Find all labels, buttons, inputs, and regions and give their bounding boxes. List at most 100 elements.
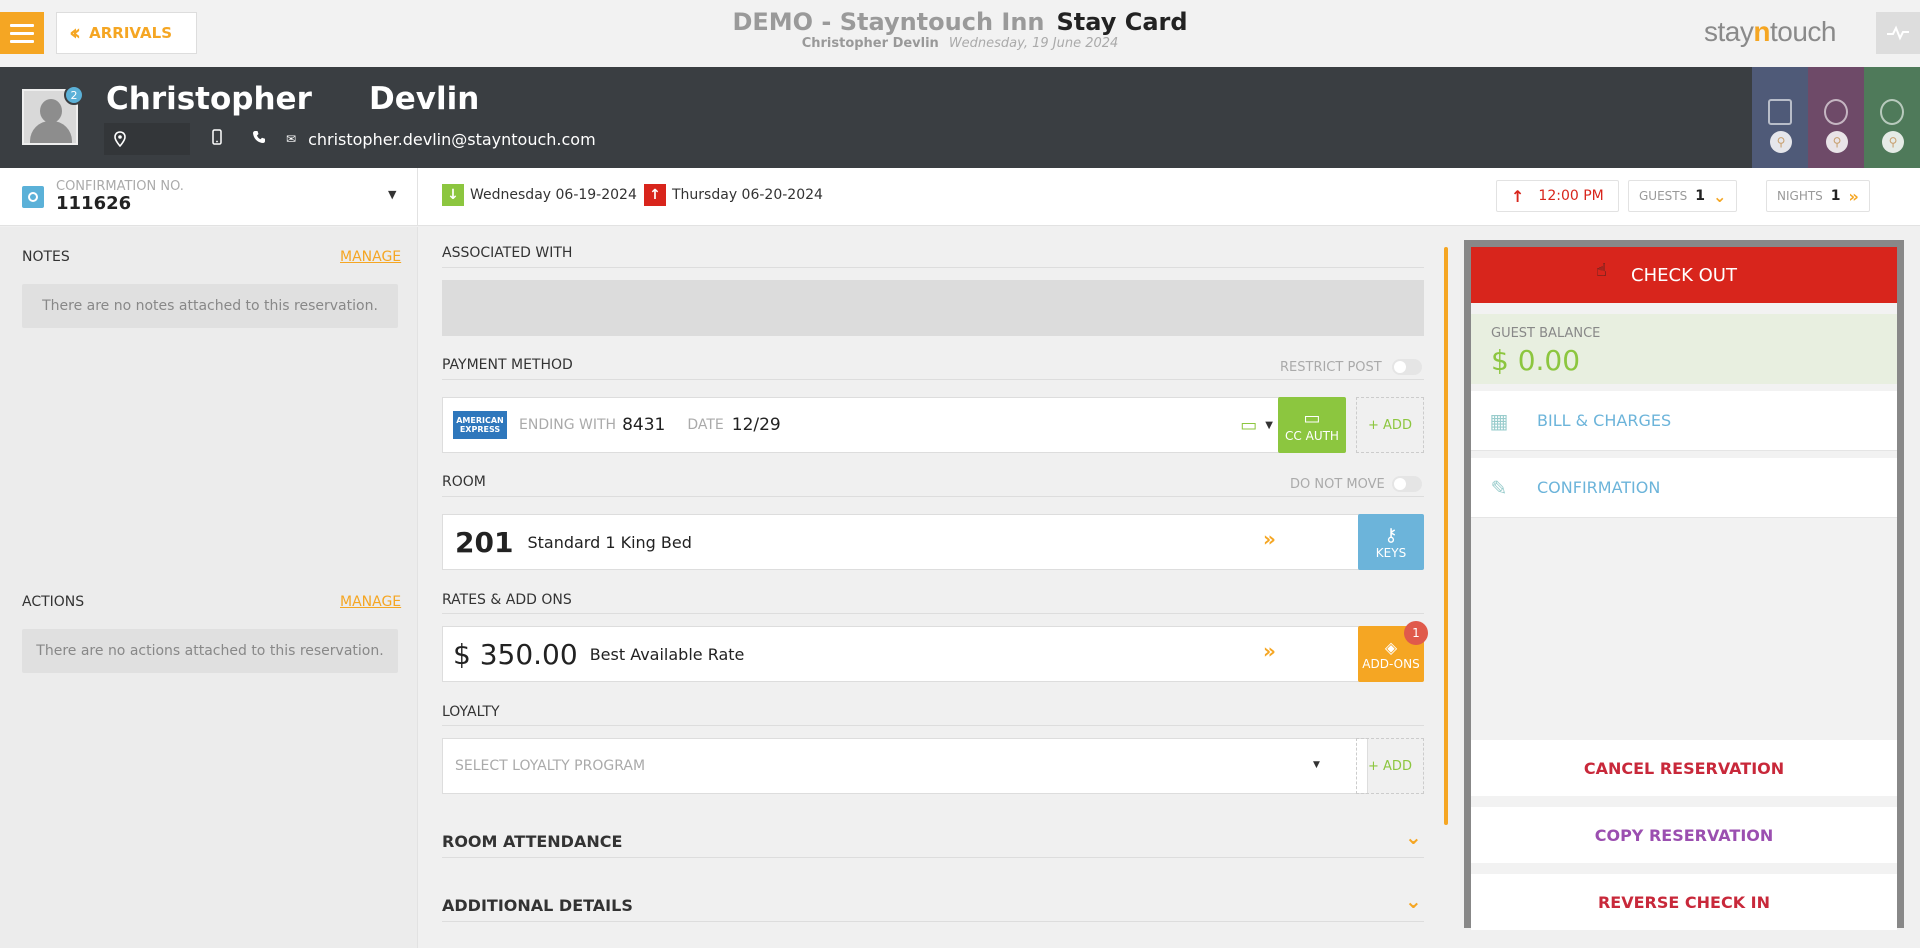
tile-building[interactable]: ⚲ bbox=[1752, 67, 1808, 168]
credit-card-icon: ▭ bbox=[1303, 407, 1321, 429]
caret-down-icon: ▼ bbox=[388, 188, 397, 201]
departure-time-text: 12:00 PM bbox=[1538, 188, 1604, 204]
feature-tiles: ⚲ ⚲ ⚲ bbox=[1752, 67, 1920, 168]
guest-balance: GUEST BALANCE $ 0.00 bbox=[1471, 314, 1897, 384]
left-column: NOTES MANAGE There are no notes attached… bbox=[0, 227, 418, 948]
confirmation-link-label: CONFIRMATION bbox=[1537, 478, 1661, 497]
tile-globe[interactable]: ⚲ bbox=[1808, 67, 1864, 168]
search-icon: ⚲ bbox=[1826, 131, 1848, 153]
scroll-indicator[interactable] bbox=[1444, 247, 1448, 825]
arrival-date-text: Wednesday 06-19-2024 bbox=[470, 187, 637, 203]
cc-auth-label: CC AUTH bbox=[1285, 428, 1339, 443]
departure-date[interactable]: ↑ Thursday 06-20-2024 bbox=[644, 184, 823, 206]
nights-value: 1 bbox=[1830, 188, 1841, 204]
room-field[interactable]: 201 Standard 1 King Bed » bbox=[442, 514, 1368, 570]
location-pin-icon bbox=[114, 131, 126, 147]
activity-pulse-button[interactable] bbox=[1876, 12, 1920, 54]
chevron-down-icon[interactable]: ⌄ bbox=[1405, 825, 1422, 849]
phone-icon[interactable] bbox=[244, 130, 274, 148]
globe-icon bbox=[1824, 99, 1848, 125]
guest-email[interactable]: christopher.devlin@stayntouch.com bbox=[308, 130, 596, 149]
bill-and-charges-label: BILL & CHARGES bbox=[1537, 411, 1672, 430]
reverse-check-in-button[interactable]: REVERSE CHECK IN bbox=[1471, 874, 1897, 930]
confirmation-link[interactable]: ✎ CONFIRMATION bbox=[1471, 458, 1897, 518]
confirmation-label: CONFIRMATION NO. bbox=[56, 179, 184, 194]
mobile-phone-icon[interactable] bbox=[202, 129, 232, 149]
arrival-date[interactable]: ↓ Wednesday 06-19-2024 bbox=[442, 184, 637, 206]
manage-actions-link[interactable]: MANAGE bbox=[340, 594, 401, 610]
pulse-icon bbox=[1887, 25, 1909, 41]
do-not-move-toggle[interactable] bbox=[1392, 476, 1422, 492]
add-ons-count-badge: 1 bbox=[1404, 621, 1428, 645]
layers-icon: ◈ bbox=[1384, 637, 1398, 657]
nights-selector[interactable]: NIGHTS 1 » bbox=[1766, 180, 1870, 212]
email-icon: ✉ bbox=[286, 132, 297, 146]
confirmation-selector[interactable]: CONFIRMATION NO. 111626 ▼ bbox=[0, 168, 418, 225]
additional-details-section[interactable]: ADDITIONAL DETAILS bbox=[442, 896, 633, 915]
guest-header: 2 Christopher Devlin ✉ christopher.devli… bbox=[0, 67, 1920, 168]
room-attendance-section[interactable]: ROOM ATTENDANCE bbox=[442, 832, 622, 851]
confirmation-number: 111626 bbox=[56, 193, 132, 214]
copy-reservation-button[interactable]: COPY RESERVATION bbox=[1471, 807, 1897, 863]
payment-method-label: PAYMENT METHOD bbox=[442, 357, 573, 373]
caret-down-icon: ▼ bbox=[1313, 760, 1320, 770]
reservation-details: ASSOCIATED WITH PAYMENT METHOD RESTRICT … bbox=[420, 227, 1432, 948]
arrow-up-icon: ↑ bbox=[1511, 186, 1525, 206]
departure-time[interactable]: ↑ 12:00 PM bbox=[1496, 180, 1619, 212]
search-icon: ⚲ bbox=[1882, 131, 1904, 153]
chevron-right-icon[interactable]: » bbox=[1263, 527, 1276, 551]
room-type: Standard 1 King Bed bbox=[527, 532, 692, 552]
top-bar: ‹‹ ARRIVALS DEMO - Stayntouch Inn Stay Ca… bbox=[0, 0, 1920, 67]
guest-balance-label: GUEST BALANCE bbox=[1491, 326, 1601, 341]
ending-label: ENDING WITH bbox=[519, 417, 617, 433]
add-payment-button[interactable]: + ADD bbox=[1356, 397, 1424, 453]
double-chevron-left-icon: ‹‹ bbox=[69, 20, 81, 46]
keys-button[interactable]: ⚷ KEYS bbox=[1358, 514, 1424, 570]
chevron-right-icon: » bbox=[1848, 186, 1859, 206]
hamburger-menu-button[interactable] bbox=[0, 12, 44, 54]
manage-notes-link[interactable]: MANAGE bbox=[340, 249, 401, 265]
guest-first-name[interactable]: Christopher bbox=[106, 81, 312, 117]
rate-name: Best Available Rate bbox=[589, 644, 745, 664]
hand-cursor-icon: ☝ bbox=[1596, 260, 1607, 281]
associated-with-field[interactable] bbox=[442, 280, 1424, 336]
address-field[interactable] bbox=[104, 123, 190, 155]
chevron-down-icon[interactable]: ⌄ bbox=[1405, 889, 1422, 913]
guests-value: 1 bbox=[1695, 188, 1705, 204]
network-icon bbox=[1880, 99, 1904, 125]
brand-logo: stayntouch bbox=[1704, 16, 1836, 47]
restrict-post-toggle[interactable] bbox=[1392, 359, 1422, 375]
contact-row: ✉ christopher.devlin@stayntouch.com bbox=[104, 123, 596, 155]
actions-label: ACTIONS bbox=[22, 594, 85, 610]
menu-icon-line bbox=[10, 23, 34, 27]
guests-selector[interactable]: GUESTS 1 ⌄ bbox=[1628, 180, 1738, 212]
payment-card-field[interactable]: AMERICAN EXPRESS ENDING WITH 8431 DATE 1… bbox=[442, 397, 1288, 453]
chevron-right-icon[interactable]: » bbox=[1263, 639, 1276, 663]
loyalty-placeholder: SELECT LOYALTY PROGRAM bbox=[455, 758, 646, 774]
key-icon: ⚷ bbox=[1384, 524, 1398, 546]
menu-icon-line bbox=[10, 39, 34, 43]
avatar-count-badge: 2 bbox=[64, 85, 84, 105]
header-date: Wednesday, 19 June 2024 bbox=[948, 36, 1119, 51]
arrow-up-icon: ↑ bbox=[644, 184, 666, 206]
arrow-down-icon: ↓ bbox=[442, 184, 464, 206]
guest-balance-value: $ 0.00 bbox=[1491, 344, 1581, 377]
credit-card-icon[interactable]: ▭ bbox=[1240, 415, 1257, 436]
cc-auth-button[interactable]: ▭ CC AUTH bbox=[1278, 397, 1346, 453]
add-loyalty-button[interactable]: + ADD bbox=[1356, 738, 1424, 794]
loyalty-program-select[interactable]: SELECT LOYALTY PROGRAM ▼ bbox=[442, 738, 1368, 794]
loyalty-label: LOYALTY bbox=[442, 704, 500, 720]
confirmation-icon bbox=[22, 186, 44, 208]
rate-field[interactable]: $ 350.00 Best Available Rate » bbox=[442, 626, 1368, 682]
room-number: 201 bbox=[455, 525, 514, 559]
notes-label: NOTES bbox=[22, 249, 70, 265]
caret-down-icon[interactable]: ▼ bbox=[1265, 420, 1273, 431]
card-ending: 8431 bbox=[622, 415, 666, 435]
tile-network[interactable]: ⚲ bbox=[1864, 67, 1920, 168]
back-to-arrivals-button[interactable]: ‹‹ ARRIVALS bbox=[56, 12, 197, 54]
bill-and-charges-link[interactable]: ▦ BILL & CHARGES bbox=[1471, 391, 1897, 451]
calculator-icon: ▦ bbox=[1489, 408, 1509, 433]
guest-last-name[interactable]: Devlin bbox=[369, 81, 479, 117]
cancel-reservation-button[interactable]: CANCEL RESERVATION bbox=[1471, 740, 1897, 796]
check-out-button[interactable]: CHECK OUT bbox=[1471, 247, 1897, 303]
